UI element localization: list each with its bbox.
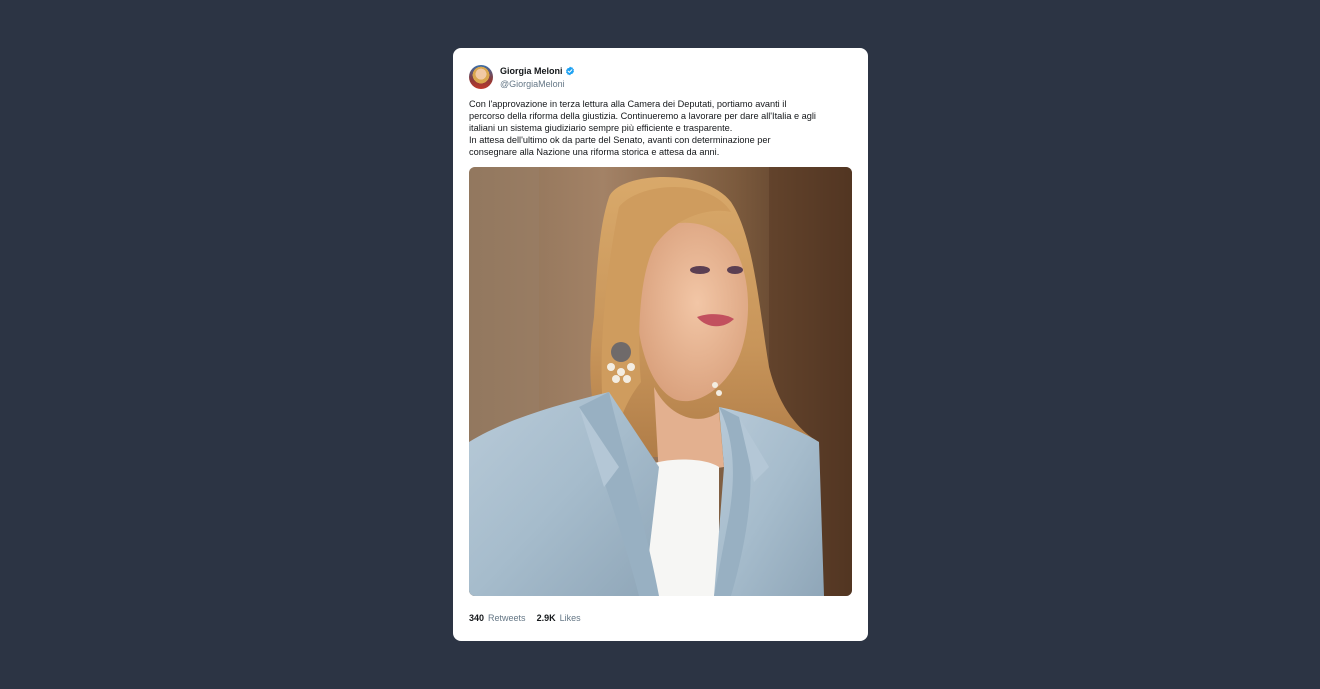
likes-label: Likes: [559, 613, 581, 623]
tweet-text: Con l'approvazione in terza lettura alla…: [469, 99, 816, 157]
portrait-image: [469, 167, 852, 596]
likes-count: 2.9K: [536, 613, 556, 623]
retweets-stat[interactable]: 340 Retweets: [469, 612, 526, 624]
tweet-photo[interactable]: [469, 167, 852, 596]
retweets-label: Retweets: [488, 613, 526, 623]
likes-stat[interactable]: 2.9K Likes: [537, 612, 581, 624]
author-names: Giorgia Meloni @GiorgiaMeloni: [500, 65, 575, 90]
tweet-header: Giorgia Meloni @GiorgiaMeloni: [469, 64, 575, 90]
tweet-card: Giorgia Meloni @GiorgiaMeloni Con l'appr…: [453, 48, 868, 641]
tweet-stats: 340 Retweets 2.9K Likes: [469, 612, 592, 624]
retweets-count: 340: [469, 613, 485, 623]
author-handle[interactable]: @GiorgiaMeloni: [500, 78, 575, 90]
verified-badge-icon: [565, 66, 574, 75]
display-name-row: Giorgia Meloni: [500, 65, 575, 77]
avatar[interactable]: [469, 65, 493, 89]
display-name[interactable]: Giorgia Meloni: [500, 65, 563, 77]
